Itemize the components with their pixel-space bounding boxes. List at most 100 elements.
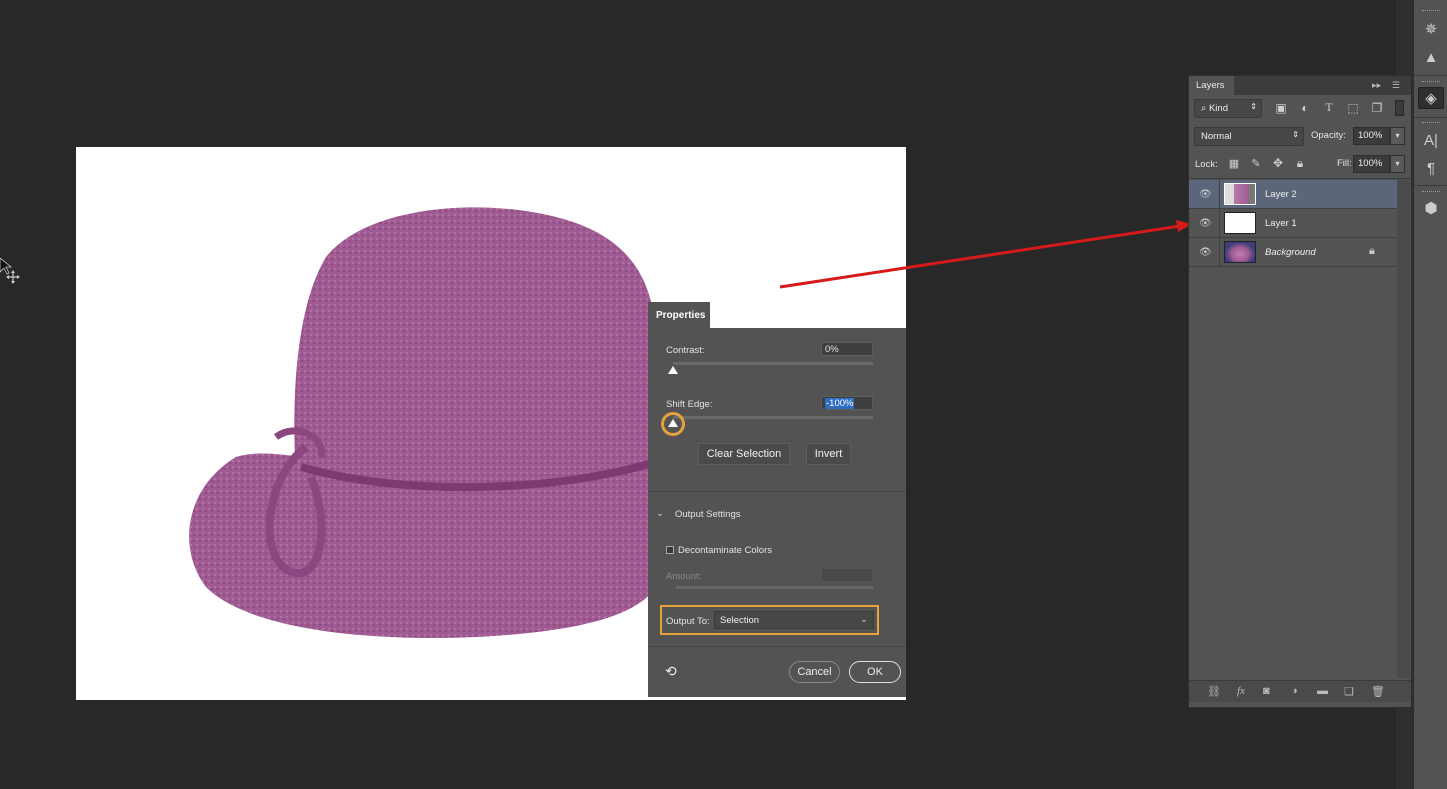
amount-label: Amount:: [666, 571, 702, 582]
divider: [1219, 238, 1220, 267]
layers-header: Layers ▸▸ ☰: [1189, 76, 1411, 95]
layer-row-layer-2[interactable]: 👁︎ Layer 2: [1189, 180, 1397, 209]
3d-object-icon[interactable]: ⬢: [1418, 198, 1444, 220]
filter-kind-value: Kind: [1208, 103, 1228, 114]
layer-thumbnail: [1224, 183, 1256, 205]
divider: [648, 491, 906, 492]
cancel-button[interactable]: Cancel: [789, 661, 840, 683]
updown-icon: ⇕: [1292, 130, 1299, 139]
shift-edge-slider-thumb[interactable]: [668, 419, 678, 427]
updown-icon: ⇕: [1250, 102, 1257, 111]
layers-panel: Layers ▸▸ ☰ ⌕ Kind ⇕ ▣ ◐ T ⬚ ❐ Normal ⇕ …: [1188, 75, 1412, 708]
fill-input[interactable]: 100%: [1353, 155, 1390, 173]
filter-kind-select[interactable]: ⌕ Kind ⇕: [1194, 99, 1262, 118]
add-mask-icon[interactable]: ◙: [1263, 685, 1270, 697]
chevron-down-icon: ⌄: [860, 614, 868, 625]
contrast-label: Contrast:: [666, 345, 705, 356]
visibility-eye-icon[interactable]: 👁︎: [1199, 218, 1212, 229]
invert-button[interactable]: Invert: [806, 443, 851, 465]
divider: [1219, 180, 1220, 209]
layer-thumbnail: [1224, 212, 1256, 234]
blend-mode-select[interactable]: Normal ⇕: [1194, 127, 1304, 146]
layers-icon[interactable]: ◈: [1418, 87, 1444, 109]
search-icon: ⌕: [1201, 103, 1209, 114]
dock-grip[interactable]: [1422, 10, 1440, 13]
new-group-folder-icon[interactable]: ▬: [1317, 685, 1328, 697]
layer-name: Layer 1: [1265, 218, 1297, 229]
smart-object-filter-icon[interactable]: ❐: [1370, 101, 1384, 115]
shape-filter-icon[interactable]: ⬚: [1346, 101, 1360, 115]
fill-dropdown[interactable]: ▾: [1390, 155, 1405, 173]
layers-scrollbar[interactable]: [1397, 180, 1410, 678]
opacity-input[interactable]: 100%: [1353, 127, 1390, 145]
lock-all-icon[interactable]: 🔒︎: [1293, 156, 1307, 171]
character-icon[interactable]: A|: [1418, 130, 1444, 152]
divider: [648, 646, 906, 647]
lock-icon: 🔒︎: [1369, 245, 1375, 257]
layer-thumbnail: [1224, 241, 1256, 263]
paragraph-icon[interactable]: ¶: [1418, 158, 1444, 180]
output-settings-header[interactable]: Output Settings: [675, 509, 740, 520]
layer-row-background[interactable]: 👁︎ Background 🔒︎: [1189, 238, 1397, 267]
chevron-down-icon[interactable]: ⌄: [656, 508, 664, 519]
contrast-input[interactable]: 0%: [821, 342, 873, 356]
opacity-dropdown[interactable]: ▾: [1390, 127, 1405, 145]
decontaminate-checkbox[interactable]: [666, 546, 674, 554]
adjustment-filter-icon[interactable]: ◐: [1298, 101, 1312, 115]
divider: [1414, 75, 1447, 76]
dock-grip[interactable]: [1422, 122, 1440, 125]
contrast-slider-thumb[interactable]: [668, 366, 678, 374]
clear-selection-button[interactable]: Clear Selection: [698, 443, 790, 465]
properties-body: Contrast: 0% Shift Edge: -100% Clear Sel…: [648, 328, 906, 697]
trash-icon[interactable]: 🗑︎: [1371, 685, 1385, 698]
histogram-icon[interactable]: ▲: [1418, 47, 1444, 69]
amount-slider-track: [676, 586, 873, 589]
divider: [1219, 209, 1220, 238]
lock-pixels-icon[interactable]: ✎: [1249, 157, 1263, 170]
output-to-label: Output To:: [666, 616, 710, 627]
amount-input: [821, 568, 873, 582]
output-to-value: Selection: [720, 615, 760, 626]
shift-edge-label: Shift Edge:: [666, 399, 713, 410]
divider: [1414, 185, 1447, 186]
layers-tab[interactable]: Layers: [1189, 76, 1234, 95]
fx-icon[interactable]: fx: [1237, 685, 1245, 697]
divider: [1414, 117, 1447, 118]
visibility-eye-icon[interactable]: 👁︎: [1199, 189, 1212, 200]
collapse-icon[interactable]: ▸▸: [1372, 80, 1381, 91]
ok-button[interactable]: OK: [849, 661, 901, 683]
type-filter-icon[interactable]: T: [1322, 100, 1336, 115]
divider: [1189, 178, 1411, 179]
dock-grip[interactable]: [1422, 191, 1440, 194]
lock-position-icon[interactable]: ✥: [1271, 156, 1285, 170]
properties-tab[interactable]: Properties: [648, 302, 710, 328]
navigator-wheel-icon[interactable]: ✵: [1418, 19, 1444, 41]
move-cursor-icon: [0, 258, 20, 284]
decontaminate-label: Decontaminate Colors: [678, 545, 772, 556]
visibility-eye-icon[interactable]: 👁︎: [1199, 247, 1212, 258]
pixel-filter-icon[interactable]: ▣: [1274, 101, 1288, 115]
layer-name: Layer 2: [1265, 189, 1297, 200]
filter-toggle[interactable]: [1395, 100, 1404, 116]
output-to-select[interactable]: Selection ⌄: [714, 611, 874, 629]
dock-grip[interactable]: [1422, 81, 1440, 84]
layer-name: Background: [1265, 247, 1316, 258]
opacity-label: Opacity:: [1311, 130, 1346, 141]
shift-edge-value: -100%: [825, 398, 855, 409]
link-layers-icon[interactable]: ⛓: [1207, 685, 1221, 698]
lock-label: Lock:: [1195, 159, 1218, 170]
lock-transparency-icon[interactable]: ▦: [1227, 157, 1241, 170]
blend-mode-value: Normal: [1201, 131, 1232, 142]
shift-edge-input[interactable]: -100%: [821, 396, 873, 410]
properties-panel: Properties Contrast: 0% Shift Edge: -100…: [648, 302, 906, 697]
contrast-slider-track[interactable]: [673, 362, 873, 365]
reset-icon[interactable]: ⟲: [665, 663, 677, 680]
right-panel-dock: ✵ ▲ ◈ A| ¶ ⬢: [1413, 0, 1447, 789]
fill-label: Fill:: [1337, 158, 1352, 169]
panel-menu-icon[interactable]: ☰: [1392, 80, 1400, 91]
shift-edge-slider-track[interactable]: [673, 416, 873, 419]
new-layer-icon[interactable]: ❏: [1344, 685, 1354, 698]
layer-row-layer-1[interactable]: 👁︎ Layer 1: [1189, 209, 1397, 238]
adjustment-layer-icon[interactable]: ◑: [1291, 685, 1298, 697]
layers-footer: ⛓ fx ◙ ◑ ▬ ❏ 🗑︎: [1189, 680, 1411, 702]
